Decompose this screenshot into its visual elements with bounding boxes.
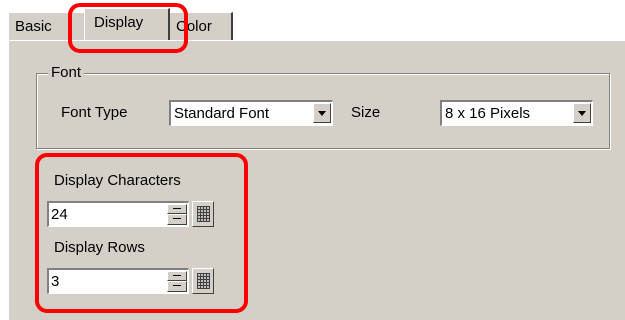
keypad-icon [197, 206, 210, 222]
spin-down-icon[interactable] [167, 214, 187, 225]
font-group-legend: Font [48, 63, 85, 83]
display-characters-label: Display Characters [54, 172, 181, 189]
tab-basic[interactable]: Basic [8, 12, 87, 42]
size-dropdown[interactable]: 8 x 16 Pixels [440, 100, 593, 126]
tab-color[interactable]: Color [169, 12, 233, 42]
keypad-icon [197, 273, 210, 289]
display-rows-keypad-button[interactable] [192, 268, 214, 294]
size-label: Size [351, 104, 381, 121]
spin-up-icon[interactable] [167, 271, 187, 281]
chevron-down-icon[interactable] [573, 103, 591, 123]
chevron-down-icon[interactable] [313, 103, 331, 123]
tab-display[interactable]: Display [84, 8, 170, 40]
font-type-dropdown[interactable]: Standard Font [169, 100, 333, 126]
size-value: 8 x 16 Pixels [445, 105, 531, 122]
display-characters-input[interactable]: 24 [47, 201, 189, 227]
font-type-label: Font Type [61, 104, 128, 121]
display-rows-value: 3 [51, 273, 60, 290]
display-rows-spinner[interactable] [167, 271, 187, 292]
display-characters-value: 24 [51, 206, 68, 223]
display-rows-input[interactable]: 3 [47, 268, 189, 294]
display-rows-label: Display Rows [54, 239, 145, 256]
font-type-value: Standard Font [174, 105, 270, 122]
spin-down-icon[interactable] [167, 281, 187, 292]
display-characters-keypad-button[interactable] [192, 201, 214, 227]
spin-up-icon[interactable] [167, 204, 187, 214]
display-characters-spinner[interactable] [167, 204, 187, 225]
